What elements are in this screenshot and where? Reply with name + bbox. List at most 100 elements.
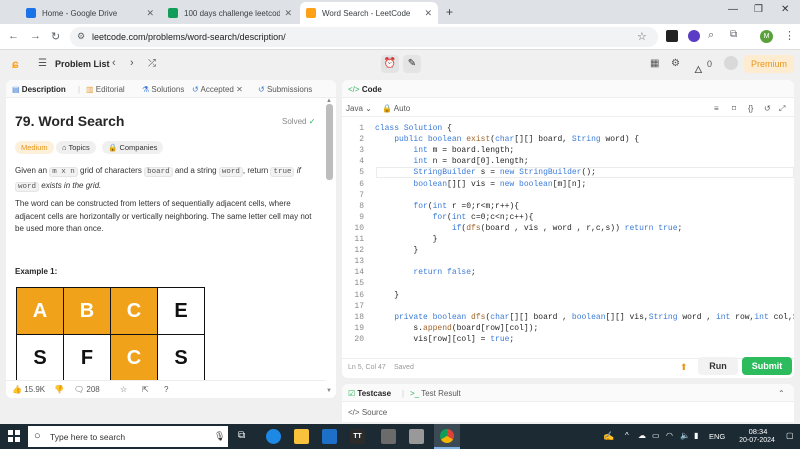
star-icon[interactable]: ☆ (120, 385, 127, 394)
scroll-down-icon[interactable]: ▼ (326, 388, 332, 394)
tab-test-result[interactable]: >_ Test Result (410, 389, 461, 398)
submit-button[interactable]: Submit (742, 357, 792, 375)
extension-badge-icon[interactable] (688, 30, 700, 42)
back-icon[interactable]: ← (8, 30, 19, 42)
notification-icon[interactable]: ▢ (786, 431, 794, 440)
display-icon[interactable]: ▭ (652, 431, 660, 440)
volume-icon[interactable]: 🔈 (680, 431, 690, 440)
close-icon[interactable]: ✕ (284, 8, 292, 19)
restore-icon[interactable]: ❐ (754, 4, 763, 15)
language-indicator[interactable]: ENG (709, 432, 725, 441)
tray-chevron-icon[interactable]: ^ (625, 431, 629, 440)
line-number: 4 (359, 157, 364, 167)
battery-icon[interactable]: ▮ (694, 431, 698, 440)
omnibox[interactable]: ⚙ leetcode.com/problems/word-search/desc… (70, 27, 658, 47)
clock-time[interactable]: 08:34 (738, 427, 778, 436)
braces-icon[interactable]: {} (748, 104, 753, 113)
tab-word-search[interactable]: Word Search - LeetCode ✕ (300, 2, 438, 24)
tab-sheets[interactable]: 100 days challenge leetcode - G ✕ (162, 2, 298, 24)
pen-icon[interactable]: ✍ (603, 431, 614, 442)
source-toggle[interactable]: </> Source (348, 408, 387, 417)
run-button[interactable]: Run (698, 357, 738, 375)
app-tt-icon[interactable]: TT (350, 429, 365, 444)
windows-start-icon[interactable] (8, 430, 20, 442)
code-tab-label: Code (361, 85, 382, 94)
store-icon[interactable] (322, 429, 337, 444)
taskbar-search-box[interactable]: ○ Type here to search 🎙 (28, 426, 228, 447)
companies-chip[interactable]: 🔒 Companies (102, 141, 164, 154)
history-icon: ↺ (258, 85, 265, 94)
code-editor[interactable]: 1 class Solution {2 public boolean exist(… (342, 123, 794, 345)
dislike-icon[interactable]: 👎 (54, 385, 64, 394)
microphone-icon[interactable]: 🎙 (214, 431, 225, 442)
line-number: 12 (354, 246, 364, 256)
user-avatar[interactable] (724, 56, 738, 70)
close-icon[interactable]: ✕ (424, 8, 432, 19)
tab-description[interactable]: ▤ Description (12, 85, 66, 94)
notes-icon[interactable]: ✎ (403, 55, 421, 73)
task-view-icon[interactable]: ⧉ (238, 430, 245, 441)
reload-icon[interactable]: ↻ (51, 30, 60, 43)
share-icon[interactable]: ⇱ (142, 385, 149, 394)
search-icon[interactable]: ⌕ (708, 29, 714, 42)
forward-icon[interactable]: → (30, 30, 41, 42)
tray-icon[interactable]: ☁ (638, 431, 646, 440)
tab-google-drive[interactable]: Home - Google Drive ✕ (20, 2, 160, 24)
bookmark-icon[interactable]: ⌑ (732, 104, 736, 113)
wifi-icon[interactable]: ◠ (666, 431, 673, 440)
tab-testcase[interactable]: ☑ Testcase (348, 389, 391, 398)
new-tab-button[interactable]: + (446, 5, 453, 19)
comments-button[interactable]: 🗨 208 (74, 385, 100, 394)
close-window-icon[interactable]: ✕ (781, 4, 789, 15)
source-label: Source (361, 408, 388, 417)
sheets-icon (168, 8, 178, 18)
statement-text: grid of characters (80, 166, 142, 175)
language-select[interactable]: Java ⌄ (346, 104, 372, 113)
next-problem-icon[interactable]: › (130, 57, 134, 69)
help-icon[interactable]: ? (164, 385, 168, 394)
prev-problem-icon[interactable]: ‹ (112, 57, 116, 69)
like-button[interactable]: 👍 15.9K (12, 385, 45, 394)
teams-icon[interactable] (381, 429, 396, 444)
file-explorer-icon[interactable] (294, 429, 309, 444)
inline-code: true (270, 167, 295, 177)
premium-button[interactable]: Premium (744, 55, 794, 73)
extensions-puzzle-icon[interactable]: ⧉ (730, 29, 737, 40)
collapse-icon[interactable]: ⌃ (778, 389, 785, 398)
leetcode-logo-icon[interactable]: ɕ (12, 57, 24, 71)
scroll-up-icon[interactable]: ▲ (326, 98, 332, 104)
extension-icon[interactable] (666, 30, 678, 42)
menu-kebab-icon[interactable]: ⋮ (784, 29, 795, 42)
format-icon[interactable]: ≡ (714, 104, 719, 113)
edge-icon[interactable] (266, 429, 281, 444)
code-panel: </> Code Java ⌄ 🔒 Auto ≡ ⌑ {} ↺ ⤢ 1 class… (342, 80, 794, 378)
alarm-icon[interactable]: ⏰ (381, 55, 399, 73)
bookmark-star-icon[interactable]: ☆ (637, 30, 647, 43)
close-icon[interactable]: ✕ (236, 85, 243, 94)
settings-gear-icon[interactable]: ⚙ (671, 58, 680, 69)
chrome-taskbar-button[interactable] (434, 424, 460, 449)
tab-solutions[interactable]: ⚗ Solutions (142, 85, 184, 94)
scrollbar-thumb[interactable] (326, 104, 333, 180)
tab-title: 100 days challenge leetcode - G (184, 8, 281, 18)
camera-icon[interactable] (409, 429, 424, 444)
layout-icon[interactable]: ▦ (650, 58, 659, 69)
fullscreen-icon[interactable]: ⤢ (779, 104, 785, 114)
minimize-icon[interactable]: — (728, 4, 738, 15)
reset-icon[interactable]: ↺ (764, 104, 771, 113)
tab-submissions[interactable]: ↺ Submissions (258, 85, 312, 94)
topics-chip[interactable]: ⌂ Topics (56, 141, 96, 154)
clock-date[interactable]: 20-07-2024 (730, 437, 784, 444)
inline-code: board (144, 167, 173, 177)
cursor-position: Ln 5, Col 47 (348, 364, 386, 371)
tab-editorial[interactable]: ▥ Editorial (86, 85, 125, 94)
profile-avatar[interactable]: M (760, 30, 773, 43)
site-info-icon[interactable]: ⚙ (77, 31, 85, 42)
problem-list-link[interactable]: Problem List (55, 59, 110, 69)
tab-accepted[interactable]: ↺ Accepted ✕ (192, 85, 243, 94)
code-tab[interactable]: </> Code (348, 85, 382, 94)
upload-icon[interactable]: ⬆ (680, 362, 688, 373)
shuffle-icon[interactable]: ⤮ (148, 58, 156, 69)
close-icon[interactable]: ✕ (146, 8, 154, 19)
line-number: 10 (354, 223, 364, 233)
